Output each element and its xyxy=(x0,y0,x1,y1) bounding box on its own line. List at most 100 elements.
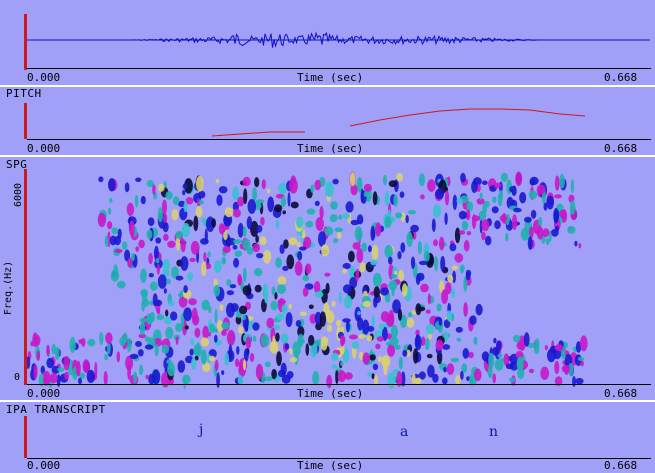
spectrogram-blob xyxy=(129,353,139,360)
spectrogram-blob xyxy=(544,345,549,351)
spectrogram-blob xyxy=(289,357,298,363)
spectrogram-blob xyxy=(259,236,267,246)
spectrogram-blob xyxy=(479,192,483,201)
spectrogram-blob xyxy=(499,189,503,200)
spectrogram-blob xyxy=(434,255,438,272)
spectrogram-blob xyxy=(232,244,238,250)
spectrogram-blob xyxy=(380,287,389,296)
spectrogram-blob xyxy=(114,249,123,253)
spectrogram-blob xyxy=(330,201,338,210)
spectrogram-blob xyxy=(246,216,253,230)
spectrogram-blob xyxy=(354,226,363,242)
spg-cursor[interactable] xyxy=(24,169,27,385)
spectrogram-blob xyxy=(313,281,321,293)
spectrogram-blob xyxy=(338,291,342,304)
spectrogram-blob xyxy=(443,366,447,373)
spectrogram-blob xyxy=(367,371,372,377)
spectrogram-blob xyxy=(200,337,210,347)
spectrogram-blob xyxy=(242,314,247,321)
spectrogram-blob xyxy=(340,335,345,347)
spectrogram-blob xyxy=(139,317,148,323)
spectrogram-blob xyxy=(187,272,194,281)
spectrogram-blob xyxy=(441,289,449,305)
spectrogram-blob xyxy=(302,287,309,297)
spectrogram-blob xyxy=(340,361,344,367)
spectrogram-blob xyxy=(344,295,352,309)
spectrogram-blob xyxy=(556,203,564,211)
waveform-panel[interactable]: 0.000 Time (sec) 0.668 xyxy=(0,0,655,85)
spectrogram-blob xyxy=(553,210,559,224)
ipa-panel[interactable]: IPA TRANSCRIPT j a n 0.000 Time (sec) 0.… xyxy=(0,402,655,473)
spectrogram-blob xyxy=(165,326,174,340)
spectrogram-panel[interactable]: SPG 6000 Freq.(Hz) 0 0.000 Time (sec) 0.… xyxy=(0,157,655,400)
spectrogram-blob xyxy=(538,216,543,227)
spectrogram-blob xyxy=(226,279,232,286)
spectrogram-blob xyxy=(516,356,524,372)
spectrogram-blob xyxy=(233,257,240,268)
spectrogram-blob xyxy=(357,311,361,316)
spectrogram-blob xyxy=(282,265,289,271)
spectrogram-blob xyxy=(189,348,194,356)
spectrogram-blob xyxy=(203,252,207,262)
spectrogram-blob xyxy=(351,341,359,349)
spectrogram-blob xyxy=(277,276,287,285)
spectrogram-blob xyxy=(249,352,255,362)
spectrogram-blob xyxy=(238,326,244,334)
spectrogram-blob xyxy=(175,275,184,281)
ipa-segment[interactable]: j xyxy=(199,422,203,438)
spectrogram-blob xyxy=(491,206,499,214)
spectrogram-blob xyxy=(255,363,264,380)
spectrogram-blob xyxy=(366,335,373,342)
time-axis-label: Time (sec) xyxy=(297,459,364,472)
spectrogram-blob xyxy=(133,371,138,384)
spectrogram-blob xyxy=(527,236,533,250)
spectrogram-blob xyxy=(252,335,257,342)
spectrogram-blob xyxy=(446,310,452,322)
spectrogram-blob xyxy=(438,317,443,326)
spectrogram-blob xyxy=(271,368,277,380)
spectrogram-blob xyxy=(446,363,455,375)
spectrogram-blob xyxy=(435,339,444,351)
spectrogram-blob xyxy=(345,201,354,213)
spectrogram-blob xyxy=(519,192,527,204)
spectrogram-blob xyxy=(281,304,288,315)
spectrogram-blob xyxy=(201,218,206,223)
spectrogram-blob xyxy=(167,362,176,377)
spectrogram-blob xyxy=(377,356,383,363)
spectrogram-blob xyxy=(418,260,428,266)
spectrogram-blob xyxy=(342,284,352,294)
spectrogram-blob xyxy=(398,269,405,282)
spectrogram-blob xyxy=(420,283,429,293)
spectrogram-blob xyxy=(190,240,200,255)
spectrogram-blob xyxy=(436,303,442,312)
spectrogram-blob xyxy=(183,285,188,294)
spectrogram-blob xyxy=(287,192,291,207)
spectrogram-blob xyxy=(511,185,517,197)
pitch-panel[interactable]: PITCH 0.000 Time (sec) 0.668 xyxy=(0,87,655,155)
spectrogram-blob xyxy=(427,364,435,378)
spectrogram-blob xyxy=(390,274,397,279)
ipa-segment[interactable]: a xyxy=(400,424,408,440)
spectrogram-blob xyxy=(165,191,173,200)
spectrogram-blob xyxy=(367,245,372,253)
spectrogram-blob xyxy=(200,349,207,365)
spectrogram-blob xyxy=(554,225,560,233)
spectrogram-blob xyxy=(260,334,270,347)
ipa-segment[interactable]: n xyxy=(489,424,498,440)
spectrogram-blob xyxy=(290,201,299,209)
spectrogram-blob xyxy=(162,199,167,215)
spectrogram-blob xyxy=(447,274,454,283)
spectrogram-blob xyxy=(166,278,171,285)
spectrogram-blob xyxy=(167,240,176,248)
spectrogram-blob xyxy=(235,358,240,368)
spectrogram-blob xyxy=(267,196,275,213)
spectrogram-blob xyxy=(463,240,470,252)
spectrogram-blob xyxy=(216,194,223,206)
spectrogram-blob xyxy=(324,226,334,236)
spectrogram-blob xyxy=(277,299,287,304)
spectrogram-blob xyxy=(148,252,153,265)
spectrogram-blob xyxy=(288,237,298,246)
ipa-cursor[interactable] xyxy=(24,416,27,458)
spectrogram-blob xyxy=(295,320,302,327)
spectrogram-blob xyxy=(33,364,38,379)
